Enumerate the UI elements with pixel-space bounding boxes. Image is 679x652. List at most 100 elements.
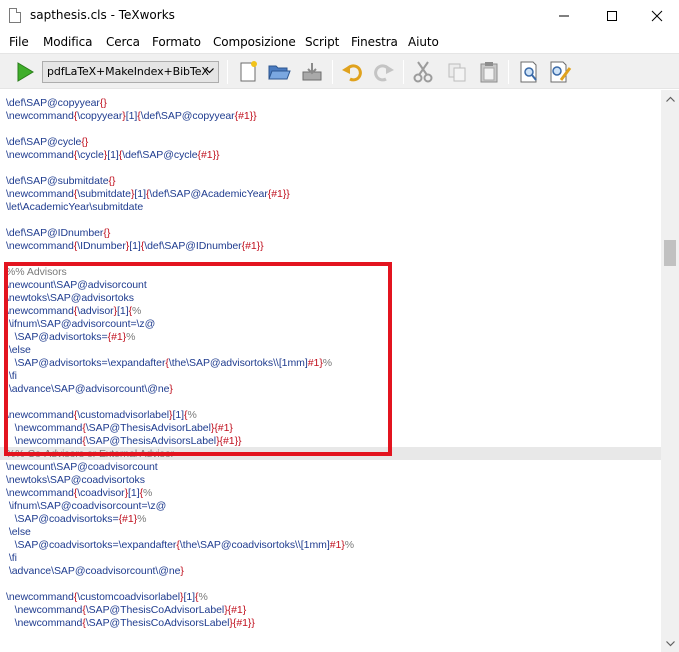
scroll-up-button[interactable]: [661, 90, 679, 107]
code-token: [1]: [134, 188, 146, 200]
code-token: {#1}: [118, 513, 138, 525]
code-token: {}: [81, 136, 89, 148]
code-token: \ifnum\SAP@coadvisorcount: [8, 500, 142, 512]
code-token: {#1}}: [241, 240, 264, 252]
chevron-down-icon: [665, 640, 675, 646]
menu-script[interactable]: Script: [305, 35, 339, 49]
code-token: [1mm]: [300, 539, 330, 551]
menu-formato[interactable]: Formato: [152, 35, 201, 49]
code-token: %: [143, 487, 153, 499]
close-icon: [651, 10, 663, 21]
code-token: \SAP@ThesisCoAdvisorLabel: [85, 604, 225, 616]
code-token: \newcommand: [14, 604, 83, 616]
cut-button[interactable]: [409, 58, 437, 86]
code-token: \def\SAP@copyyear: [6, 97, 100, 109]
code-line: \newcommand{\cycle}[1]{\def\SAP@cycle{#1…: [6, 149, 220, 162]
maximize-button[interactable]: [589, 0, 635, 31]
code-token: {}: [103, 227, 111, 239]
menu-composizione[interactable]: Composizione: [213, 35, 296, 49]
code-token: \submitdate: [77, 188, 131, 200]
code-token: }{#1}}: [229, 617, 255, 629]
menu-modifica[interactable]: Modifica: [43, 35, 92, 49]
code-token: \z@: [147, 500, 167, 512]
engine-select[interactable]: pdfLaTeX+MakeIndex+BibTeX: [42, 61, 219, 83]
code-token: %: [198, 591, 208, 603]
code-token: \newcommand: [6, 110, 74, 122]
new-document-button[interactable]: [234, 58, 262, 86]
code-token: \def\SAP@submitdate: [6, 175, 109, 187]
menu-cerca[interactable]: Cerca: [106, 35, 140, 49]
typeset-button[interactable]: [11, 58, 39, 86]
code-line: \def\SAP@submitdate{}: [6, 175, 115, 188]
code-line: \let\AcademicYear\submitdate: [6, 201, 143, 214]
code-line: \newcommand{\SAP@ThesisCoAdvisorsLabel}{…: [6, 617, 255, 630]
code-token: \the\SAP@coadvisortoks\\: [179, 539, 301, 551]
engine-select-value: pdfLaTeX+MakeIndex+BibTeX: [47, 65, 209, 78]
code-token: \customcoadvisorlabel: [77, 591, 181, 603]
code-token: \def\SAP@cycle: [6, 136, 82, 148]
code-token: \let\AcademicYear\submitdate: [6, 201, 144, 213]
code-token: \IDnumber: [77, 240, 126, 252]
menu-file[interactable]: File: [9, 35, 29, 49]
scroll-down-button[interactable]: [661, 635, 679, 652]
code-token: \newcommand: [6, 149, 74, 161]
code-token: \def\SAP@IDnumber: [144, 240, 242, 252]
code-token: [1]: [129, 240, 141, 252]
code-token: \coadvisor: [77, 487, 125, 499]
code-token: \advance\SAP@coadvisorcount\@ne: [8, 565, 181, 577]
code-line: \newtoks\SAP@coadvisortoks: [6, 474, 145, 487]
redo-icon: [374, 64, 394, 82]
code-token: \def\SAP@cycle: [122, 149, 198, 161]
code-token: [1]: [107, 149, 119, 161]
code-line: \else: [6, 526, 31, 539]
code-token: [1]: [125, 110, 138, 122]
minimize-button[interactable]: [541, 0, 587, 31]
toolbar: pdfLaTeX+MakeIndex+BibTeX: [0, 53, 679, 89]
code-line: \def\SAP@IDnumber{}: [6, 227, 110, 240]
paste-button[interactable]: [475, 58, 503, 86]
toolbar-separator: [332, 60, 333, 84]
code-editor[interactable]: \def\SAP@copyyear{} \newcommand{\copyyear…: [0, 90, 661, 652]
maximize-icon: [607, 10, 617, 21]
code-token: \SAP@ThesisCoAdvisorsLabel: [85, 617, 230, 629]
close-button[interactable]: [634, 0, 679, 31]
code-token: \SAP@coadvisortoks: [14, 513, 113, 525]
code-line: \newcommand{\customcoadvisorlabel}[1]{%: [6, 591, 208, 604]
redo-button[interactable]: [370, 58, 398, 86]
code-line: \SAP@coadvisortoks={#1}%: [6, 513, 147, 526]
code-token: {#1}}: [197, 149, 220, 161]
code-token: %: [344, 539, 355, 551]
open-button[interactable]: [265, 58, 293, 86]
code-line: \newcommand{\SAP@ThesisCoAdvisorLabel}{#…: [6, 604, 247, 617]
code-token: \newcount\SAP@coadvisorcount: [6, 461, 158, 473]
window-title: sapthesis.cls - TeXworks: [30, 8, 175, 22]
code-token: \newcommand: [6, 240, 74, 252]
save-button[interactable]: [298, 58, 326, 86]
code-token: \newtoks\SAP@coadvisortoks: [6, 474, 145, 486]
code-line: \fi: [6, 552, 17, 565]
code-token: [1]: [128, 487, 140, 499]
toolbar-separator: [227, 60, 228, 84]
code-token: \expandafter: [118, 539, 177, 551]
title-bar: sapthesis.cls - TeXworks: [0, 0, 679, 31]
undo-button[interactable]: [338, 58, 366, 86]
replace-button[interactable]: [546, 58, 574, 86]
copy-button[interactable]: [443, 58, 471, 86]
code-token: \fi: [8, 552, 17, 564]
find-button[interactable]: [515, 58, 543, 86]
scroll-thumb[interactable]: [664, 240, 676, 266]
code-token: \def\SAP@AcademicYear: [149, 188, 268, 200]
vertical-scrollbar[interactable]: [661, 90, 679, 652]
code-token: \cycle: [77, 149, 104, 161]
chevron-up-icon: [665, 96, 675, 102]
code-token: {}: [108, 175, 116, 187]
menu-finestra[interactable]: Finestra: [351, 35, 398, 49]
code-line: \newcommand{\IDnumber}[1]{\def\SAP@IDnum…: [6, 240, 264, 253]
menu-aiuto[interactable]: Aiuto: [408, 35, 439, 49]
toolbar-separator: [403, 60, 404, 84]
code-token: \def\SAP@IDnumber: [6, 227, 104, 239]
code-token: {}: [99, 97, 107, 109]
